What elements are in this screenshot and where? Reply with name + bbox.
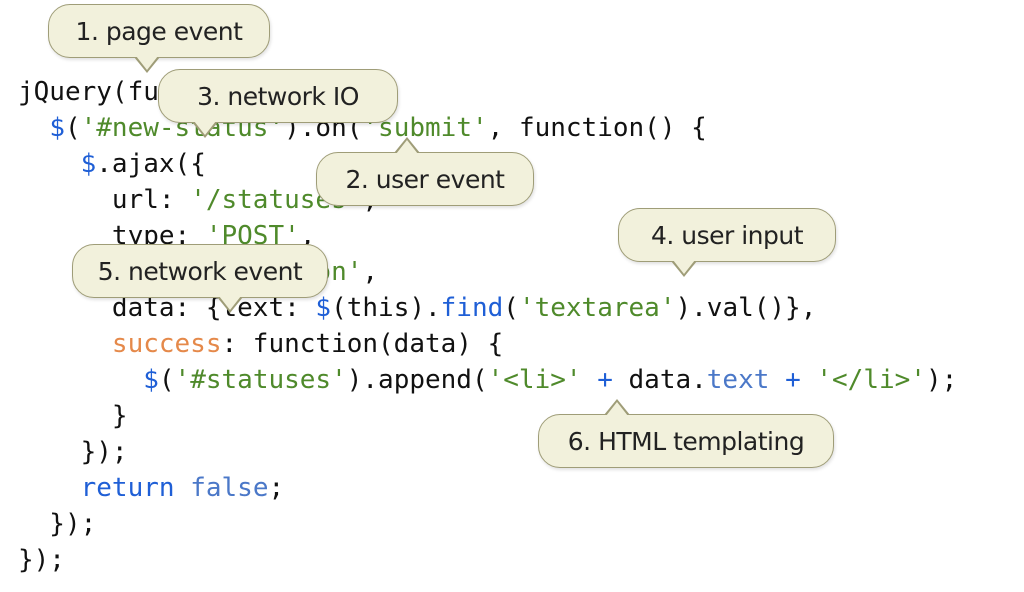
- code-token: ,: [362, 257, 379, 287]
- code-token: ).val()},: [675, 293, 817, 323]
- callout-pointer: [673, 260, 695, 274]
- code-token: false: [190, 473, 269, 503]
- callout-user-input: 4. user input: [618, 208, 836, 277]
- code-token: url:: [18, 185, 191, 215]
- code-token: data.: [612, 365, 707, 395]
- callout-user-event: 2. user event: [316, 137, 534, 206]
- code-line: success: function(data) {: [18, 326, 957, 362]
- callout-page-event-label: 1. page event: [48, 4, 270, 58]
- code-token: ).append(: [346, 365, 488, 395]
- code-token: '<li>': [487, 365, 582, 395]
- code-token: (: [64, 113, 81, 143]
- code-line: });: [18, 506, 957, 542]
- code-token: '</li>': [816, 365, 926, 395]
- code-token: , function() {: [487, 113, 707, 143]
- callout-pointer: [396, 140, 418, 154]
- code-token: find: [440, 293, 504, 323]
- code-token: (this).: [331, 293, 441, 323]
- code-token: }: [18, 401, 128, 431]
- callout-html-templating: 6. HTML templating: [538, 399, 834, 468]
- code-token: $: [143, 365, 159, 395]
- code-token: });: [18, 437, 128, 467]
- code-line: });: [18, 542, 957, 578]
- code-token: 'textarea': [518, 293, 676, 323]
- code-token: : function(data) {: [221, 329, 504, 359]
- callout-page-event: 1. page event: [48, 4, 270, 73]
- code-line: $('#statuses').append('<li>' + data.text…: [18, 362, 957, 398]
- code-token: .ajax({: [96, 149, 206, 179]
- callout-user-input-label: 4. user input: [618, 208, 836, 262]
- code-token: success: [18, 329, 222, 359]
- code-token: text: [706, 365, 770, 395]
- callout-html-templating-label: 6. HTML templating: [538, 414, 834, 468]
- code-token: );: [925, 365, 958, 395]
- code-listing: jQuery(function() { $('#new-status').on(…: [18, 74, 957, 578]
- code-token: (: [158, 365, 175, 395]
- callout-pointer: [136, 56, 158, 70]
- code-line: return false;: [18, 470, 957, 506]
- callout-network-io: 3. network IO: [158, 69, 398, 138]
- callout-network-event-label: 5. network event: [72, 244, 328, 298]
- callout-pointer: [219, 296, 241, 310]
- callout-network-event: 5. network event: [72, 244, 328, 313]
- callout-pointer: [194, 121, 216, 135]
- code-token: $: [49, 113, 65, 143]
- callout-user-event-label: 2. user event: [316, 152, 534, 206]
- callout-pointer: [606, 402, 628, 416]
- code-token: (: [503, 293, 519, 323]
- code-token: return: [80, 473, 175, 503]
- code-token: +: [597, 365, 613, 395]
- code-token: +: [785, 365, 801, 395]
- code-token: '#statuses': [174, 365, 347, 395]
- callout-network-io-label: 3. network IO: [158, 69, 398, 123]
- code-token: });: [18, 509, 97, 539]
- code-token: ;: [268, 473, 285, 503]
- code-token: $: [80, 149, 97, 179]
- code-token: });: [18, 545, 65, 575]
